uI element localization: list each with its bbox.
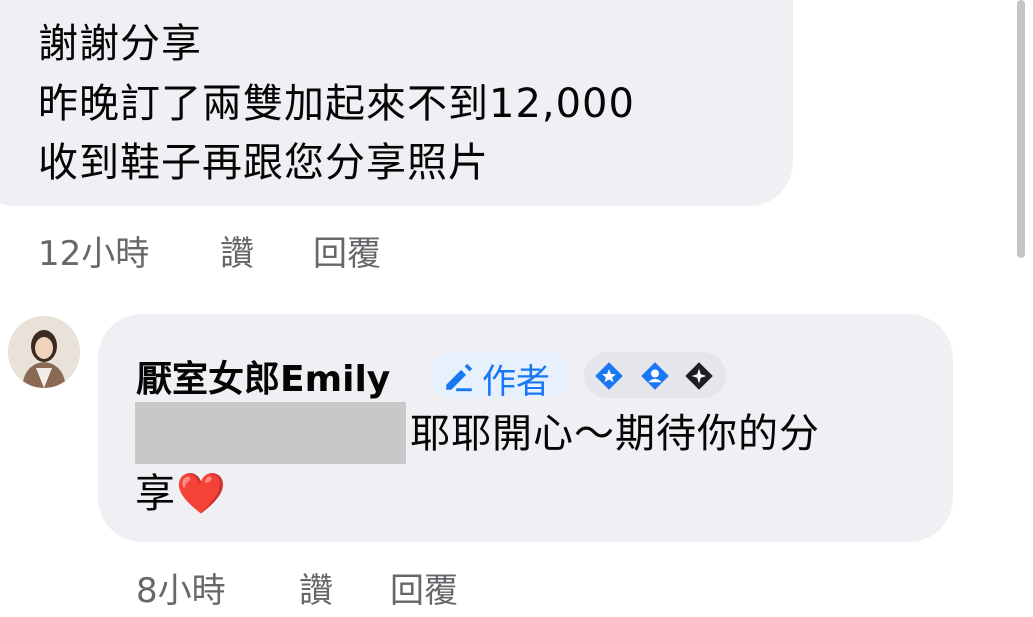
pencil-icon bbox=[446, 363, 473, 392]
comment-text-line: 耶耶開心～期待你的分 bbox=[410, 411, 820, 457]
comment-timestamp: 12小時 bbox=[38, 234, 150, 274]
author-badge-label: 作者 bbox=[482, 362, 550, 402]
comment-timestamp: 8小時 bbox=[136, 571, 226, 611]
scrollbar[interactable] bbox=[1017, 0, 1025, 258]
comment-text-line: 享❤️ bbox=[135, 471, 227, 517]
like-button[interactable]: 讚 bbox=[220, 226, 254, 275]
badge-icons[interactable] bbox=[584, 352, 726, 398]
redacted-mention bbox=[135, 402, 406, 464]
comment-text-line: 謝謝分享 bbox=[38, 21, 202, 67]
person-badge-icon bbox=[641, 362, 669, 390]
avatar[interactable] bbox=[8, 316, 80, 388]
reply-button[interactable]: 回覆 bbox=[313, 226, 381, 275]
comment-text-line: 昨晚訂了兩雙加起來不到12,000 bbox=[38, 81, 635, 127]
comment-actions: 12小時 讚 回覆 bbox=[38, 226, 438, 274]
avatar-portrait-icon bbox=[8, 316, 80, 388]
star-badge-icon bbox=[595, 362, 623, 390]
comment-actions: 8小時 讚 回覆 bbox=[136, 563, 536, 611]
reply-button[interactable]: 回覆 bbox=[390, 563, 458, 612]
comment-text-line: 收到鞋子再跟您分享照片 bbox=[38, 140, 489, 186]
like-button[interactable]: 讚 bbox=[299, 563, 333, 612]
sparkle-badge-icon bbox=[685, 362, 713, 390]
comment-author-name[interactable]: 厭室女郎Emily bbox=[136, 350, 390, 402]
author-badge: 作者 bbox=[430, 352, 570, 402]
